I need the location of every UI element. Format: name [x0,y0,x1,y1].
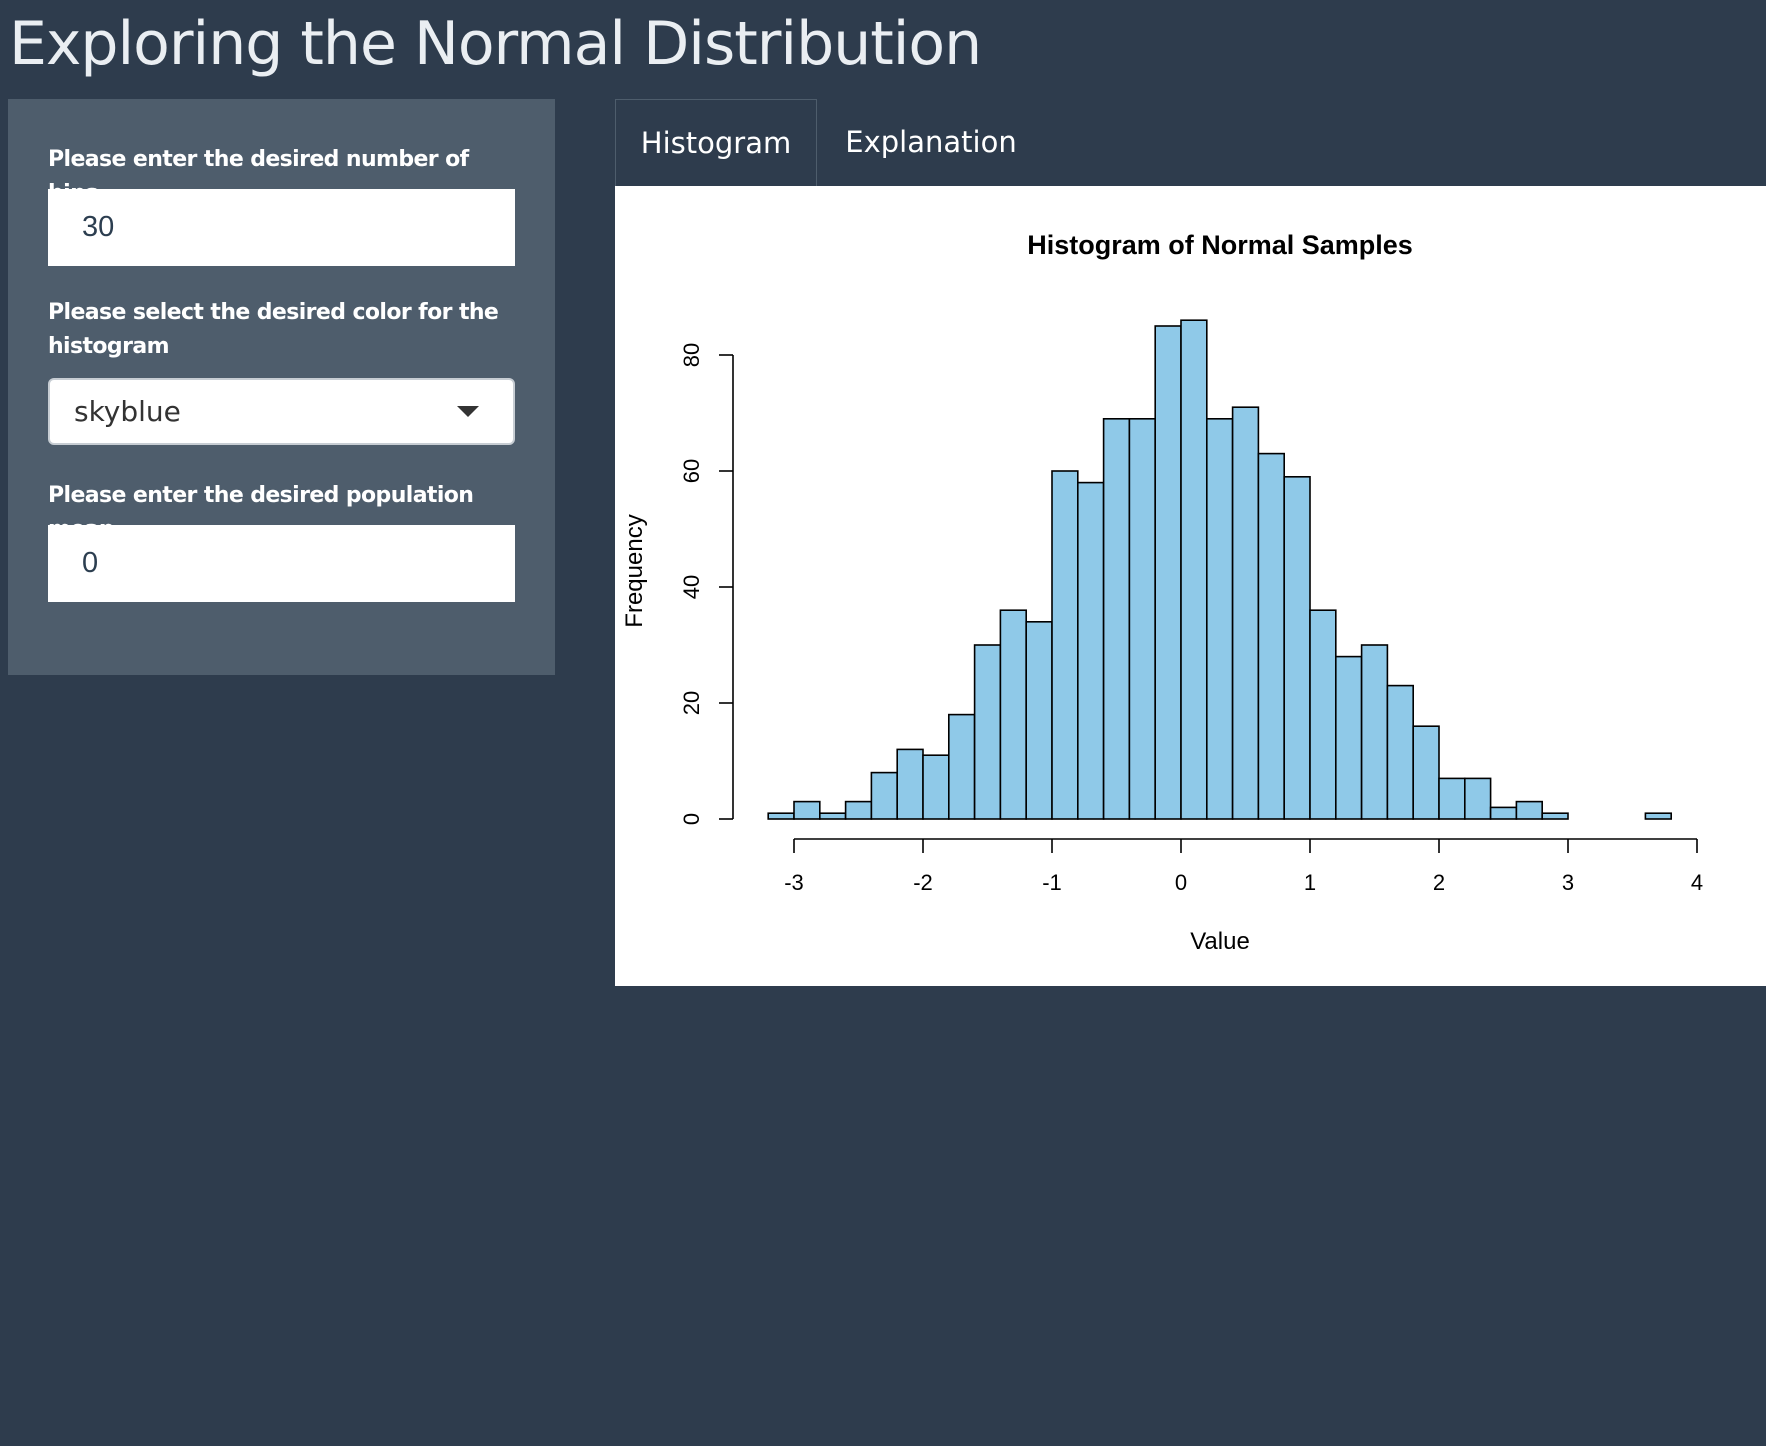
histogram-bar [1180,319,1208,820]
y-tick-label: 60 [679,459,704,483]
tab-histogram[interactable]: Histogram [615,99,817,186]
histogram-bar [1051,470,1079,820]
histogram-bar [1257,452,1286,820]
histogram-bar [1541,812,1569,820]
histogram-bar [1438,777,1466,820]
color-label: Please select the desired color for the … [48,300,499,359]
histogram-bar [947,713,976,820]
y-tick-label: 0 [679,813,704,825]
histogram-bar [1644,812,1673,820]
x-tick-label: 2 [1433,870,1445,895]
histogram-bar [973,644,1002,820]
x-tick-label: 0 [1175,870,1187,895]
histogram-bar [1412,725,1440,820]
histogram-bar [767,812,795,820]
x-tick-label: 4 [1691,870,1703,895]
histogram-bar [1463,777,1492,820]
histogram-plot: Histogram of Normal Samples Value Freque… [621,230,1703,955]
histogram-bar [1489,806,1518,820]
histogram-bar [1515,800,1544,820]
x-axis: -3 -2 -1 0 1 2 3 4 [784,838,1703,895]
histogram-bar [922,754,950,820]
histogram-bar [896,748,924,820]
y-axis: 0 20 40 60 80 [679,343,734,825]
histogram-bar [1076,481,1105,820]
histogram-bar [793,800,821,820]
bars-group [767,319,1673,820]
bins-input[interactable] [48,189,515,266]
x-tick-label: 3 [1562,870,1574,895]
y-axis-label: Frequency [621,514,648,627]
mean-input[interactable] [48,525,515,602]
histogram-bar [844,800,873,820]
histogram-bar [1205,418,1234,820]
chevron-down-icon [457,406,479,417]
y-tick-label: 80 [679,343,704,367]
x-tick-label: -1 [1042,870,1062,895]
histogram-bar [1231,406,1260,820]
x-axis-label: Value [1190,928,1250,955]
histogram-bar [1102,418,1131,820]
y-tick-label: 40 [679,575,704,599]
histogram-bar [870,771,898,820]
histogram-bar [1128,418,1157,820]
histogram-bar [1360,644,1389,820]
page-title: Exploring the Normal Distribution [9,9,982,79]
histogram-bar [1283,475,1311,820]
sidebar-panel: Please enter the desired number of bins … [8,99,555,675]
x-tick-label: -2 [913,870,933,895]
histogram-bar [819,812,847,820]
histogram-bar [1154,325,1182,820]
histogram-bar [1386,684,1415,820]
x-tick-label: 1 [1304,870,1316,895]
color-select[interactable]: skyblue [48,378,515,445]
histogram-bar [1309,609,1337,820]
tab-explanation[interactable]: Explanation [817,99,1045,186]
x-tick-label: -3 [784,870,804,895]
color-select-value: skyblue [74,395,181,428]
histogram-bar [1334,655,1363,820]
histogram-bar [1025,620,1053,820]
chart-title: Histogram of Normal Samples [1027,230,1413,260]
plot-panel: Histogram of Normal Samples Value Freque… [615,186,1766,986]
y-tick-label: 20 [679,691,704,715]
histogram-bar [999,609,1027,820]
